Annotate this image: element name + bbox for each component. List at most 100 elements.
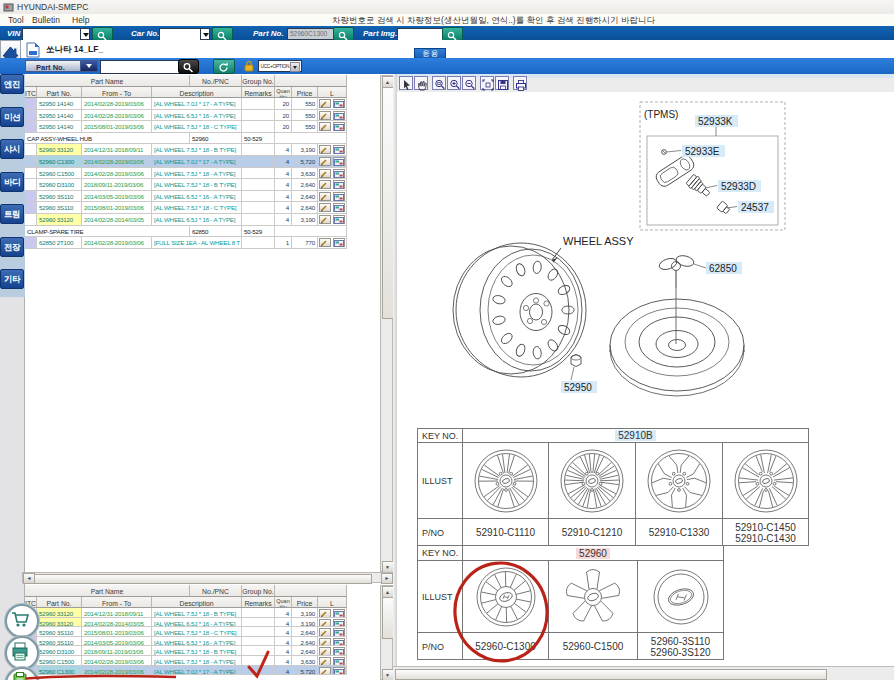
callout-52933e[interactable]: 52933E [682, 145, 725, 157]
group-row[interactable]: CAP ASSY-WHEEL HUB5296050-529 [25, 133, 347, 145]
part-row[interactable]: 52960 3S1102014/03/05-2019/03/06[AL WHEE… [25, 637, 347, 647]
vin-dropdown[interactable] [80, 28, 90, 40]
vin-search-button[interactable] [92, 27, 113, 41]
part-row[interactable]: 52950 141402014/02/28-2019/03/06[AL WHEE… [25, 110, 347, 122]
image-icon[interactable] [333, 238, 345, 247]
part-row[interactable]: 52960 331202014/02/28-2014/03/05[AL WHEE… [25, 214, 347, 226]
part-row[interactable]: 52960 D31002018/09/11-2019/03/06[AL WHEE… [25, 179, 347, 191]
edit-icon[interactable] [319, 215, 331, 224]
image-icon[interactable] [333, 638, 345, 647]
image-icon[interactable] [333, 628, 345, 637]
sidebar-item-1[interactable]: 미션 [0, 107, 24, 127]
menu-help[interactable]: Help [72, 15, 89, 25]
part-row[interactable]: 52960 3S1102014/03/05-2019/03/06[AL WHEE… [25, 191, 347, 203]
image-icon[interactable] [333, 111, 345, 120]
edit-icon[interactable] [319, 203, 331, 212]
edit-icon[interactable] [319, 667, 331, 676]
edit-icon[interactable] [319, 111, 331, 120]
illust-52960-3S110[interactable] [638, 561, 723, 633]
sidebar-item-3[interactable]: 바디 [0, 172, 24, 192]
image-icon[interactable] [333, 647, 345, 656]
print-list-button[interactable] [5, 636, 39, 670]
option-dropdown[interactable]: UCC+OPTION [258, 60, 302, 72]
image-icon[interactable] [333, 122, 345, 131]
image-icon[interactable] [333, 192, 345, 201]
group-row[interactable]: CLAMP-SPARE TIRE6285050-529 [25, 226, 347, 238]
hand-icon[interactable] [414, 76, 428, 90]
edit-icon[interactable] [319, 638, 331, 647]
image-icon[interactable] [333, 157, 345, 166]
partno-search-button[interactable] [333, 27, 354, 41]
edit-icon[interactable] [319, 619, 331, 628]
carno-search-button[interactable] [212, 27, 233, 41]
pno-52960-C1500[interactable]: 52960-C1500 [549, 633, 638, 660]
part-row[interactable]: 52960 D31002018/09/11-2019/03/06[AL WHEE… [25, 646, 347, 656]
illust-52910-C1110[interactable] [463, 443, 549, 519]
cart-button[interactable] [5, 604, 39, 638]
edit-icon[interactable] [319, 157, 331, 166]
key-no-value[interactable]: 52960 [463, 546, 723, 561]
partimg-search-button[interactable] [442, 27, 463, 41]
image-icon[interactable] [333, 215, 345, 224]
part-row[interactable]: 52960 C15002014/02/28-2019/03/06[AL WHEE… [25, 168, 347, 180]
parts-table-vscrollbar[interactable]: ▲ ▼ [380, 75, 393, 572]
part-row[interactable]: 62850 2T1002014/02/28-2019/03/06[FULL SI… [25, 237, 347, 249]
part-row[interactable]: 52960 C13002014/02/28-2019/03/06[AL WHEE… [25, 156, 347, 168]
part-search-button[interactable] [178, 59, 199, 74]
part-row[interactable]: 52960 331202014/12/31-2018/09/11[AL WHEE… [25, 608, 347, 618]
chevron-down-icon[interactable] [290, 62, 300, 72]
part-row[interactable]: 52950 141402015/08/01-2019/03/06[AL WHEE… [25, 121, 347, 133]
part-row[interactable]: 52960 331202014/12/31-2018/09/11[AL WHEE… [25, 144, 347, 156]
fit-icon[interactable] [480, 76, 494, 90]
search-type-combobox[interactable]: Part No. [25, 60, 98, 72]
print-icon[interactable] [513, 76, 527, 90]
image-icon[interactable] [333, 657, 345, 666]
illust-52910-C1210[interactable] [549, 443, 636, 519]
pno-52910-C1110[interactable]: 52910-C1110 [463, 519, 549, 546]
diagram-hscrollbar[interactable] [393, 666, 894, 680]
chevron-down-icon[interactable] [80, 61, 97, 71]
menu-tool[interactable]: Tool [8, 15, 24, 25]
parts-table-hscrollbar[interactable]: ◄ ► [22, 572, 393, 583]
selected-parts-vscrollbar[interactable]: ▲ ▼ [380, 585, 393, 680]
part-row[interactable]: 52960 331202014/02/28-2014/03/05[AL WHEE… [25, 618, 347, 628]
callout-24537[interactable]: 24537 [738, 201, 774, 213]
sidebar-item-5[interactable]: 전장 [0, 237, 24, 257]
sidebar-item-6[interactable]: 기타 [0, 269, 24, 289]
part-row[interactable]: 52960 3S1102015/08/01-2019/03/06[AL WHEE… [25, 202, 347, 214]
edit-icon[interactable] [319, 628, 331, 637]
sidebar-item-2[interactable]: 샤시 [0, 139, 24, 159]
part-row[interactable]: 52960 C13002014/02/28-2019/03/06[AL WHEE… [25, 666, 347, 676]
pno-52910-C1450[interactable]: 52910-C145052910-C1430 [723, 519, 808, 546]
pno-52960-C1300[interactable]: 52960-C1300 [463, 633, 549, 660]
pno-52910-C1210[interactable]: 52910-C1210 [549, 519, 636, 546]
partno-input[interactable]: 52960C1300 [287, 28, 334, 40]
cursor-icon[interactable] [399, 76, 413, 90]
zoom-out-icon[interactable] [462, 76, 476, 90]
image-icon[interactable] [333, 609, 345, 618]
image-icon[interactable] [333, 667, 345, 676]
edit-icon[interactable] [319, 99, 331, 108]
image-icon[interactable] [333, 180, 345, 189]
key-no-value[interactable]: 52910B [463, 429, 808, 443]
save-icon[interactable] [495, 76, 509, 90]
sidebar-item-4[interactable]: 트림 [0, 204, 24, 224]
sidebar-item-0[interactable]: 엔진 [0, 74, 24, 94]
zoom-region-icon[interactable] [432, 76, 446, 90]
edit-icon[interactable] [319, 647, 331, 656]
illust-52960-C1500[interactable] [549, 561, 638, 633]
edit-icon[interactable] [319, 122, 331, 131]
pno-52910-C1330[interactable]: 52910-C1330 [636, 519, 723, 546]
edit-icon[interactable] [319, 180, 331, 189]
edit-icon[interactable] [319, 657, 331, 666]
callout-62850[interactable]: 62850 [706, 262, 742, 274]
illust-52960-C1300[interactable] [463, 561, 549, 633]
callout-52950[interactable]: 52950 [561, 381, 597, 393]
edit-icon[interactable] [319, 238, 331, 247]
image-icon[interactable] [333, 619, 345, 628]
vehicle-tab-label[interactable]: 쏘나타 14_LF_ [46, 44, 103, 56]
illust-52910-C1450[interactable] [723, 443, 808, 519]
carno-dropdown[interactable] [200, 28, 210, 40]
part-search-input[interactable] [100, 60, 182, 74]
part-row[interactable]: 52960 3S1102015/08/01-2019/03/06[AL WHEE… [25, 627, 347, 637]
